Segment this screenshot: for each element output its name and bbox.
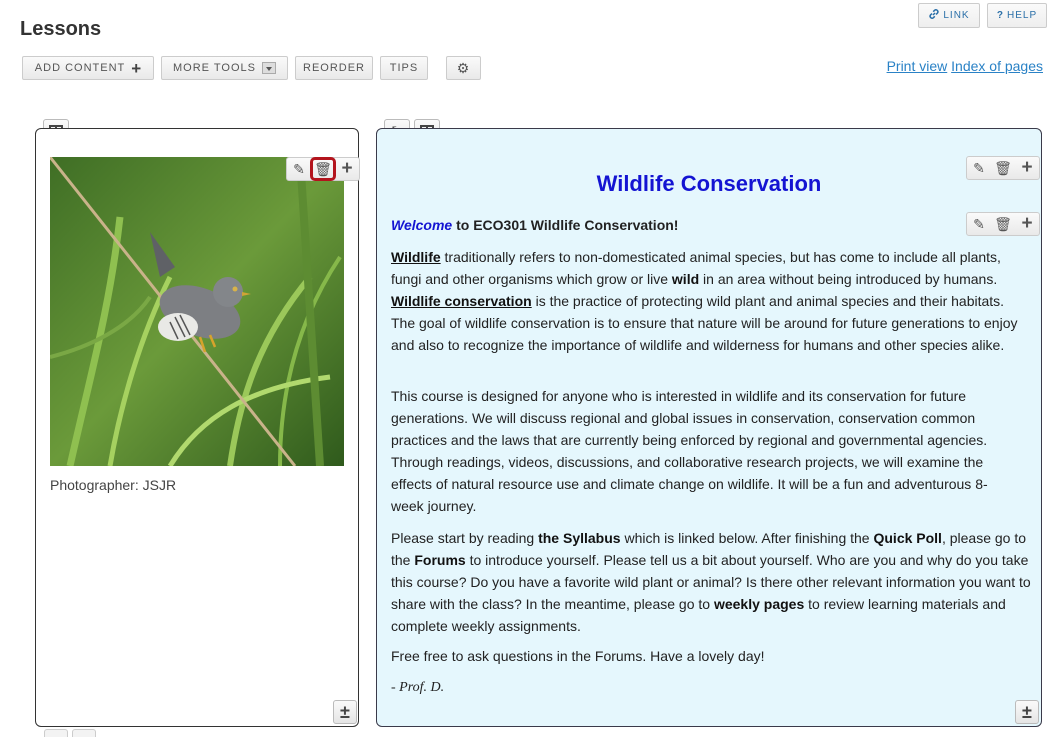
caret-down-icon (261, 62, 276, 74)
p3-bold-quick-poll: Quick Poll (873, 530, 942, 546)
page-title: Lessons (20, 18, 102, 40)
term-wildlife[interactable]: Wildlife (391, 249, 441, 265)
tips-label: TIPS (389, 62, 419, 74)
print-view-link[interactable]: Print view (887, 58, 948, 74)
help-button-label: HELP (1006, 10, 1038, 21)
question-icon: ? (996, 10, 1004, 21)
welcome-line: Welcome to ECO301 Wildlife Conservation! (391, 214, 678, 236)
plus-icon[interactable]: + (1015, 213, 1039, 235)
add-content-label: ADD CONTENT (34, 62, 126, 74)
paragraph-wildlife: Wildlife traditionally refers to non-dom… (391, 246, 1027, 356)
p3-text-1: Please start by reading (391, 530, 539, 546)
p3-bold-forums: Forums (414, 552, 466, 568)
welcome-rest: to ECO301 Wildlife Conservation! (452, 217, 679, 233)
tips-button[interactable]: TIPS (380, 56, 428, 80)
bird-photo (50, 157, 344, 466)
index-of-pages-link[interactable]: Index of pages (951, 58, 1043, 74)
p3-bold-weekly-pages: weekly pages (713, 596, 805, 612)
image-edit-toolbar: ✎ 🗑 + (286, 157, 360, 181)
add-item-button-left[interactable]: ± (333, 700, 357, 724)
bottom-tab-2[interactable] (72, 729, 96, 737)
p1-text-2: in an area without being introduced by h… (699, 271, 998, 287)
more-tools-button[interactable]: MORE TOOLS (161, 56, 288, 80)
gear-icon: ⚙ (456, 59, 471, 76)
image-caption: Photographer: JSJR (50, 477, 177, 493)
left-column: ✎ 🗑 + Photographer: JSJR ± (35, 128, 360, 727)
help-button[interactable]: ? HELP (987, 3, 1047, 28)
bottom-column-tabs (44, 729, 96, 737)
pencil-icon[interactable]: ✎ (967, 213, 991, 235)
add-below-icon: ± (1022, 701, 1032, 722)
plus-icon[interactable]: + (335, 158, 359, 180)
add-item-button-right[interactable]: ± (1015, 700, 1039, 724)
p1-bold-wild: wild (671, 271, 700, 287)
trash-icon[interactable]: 🗑 (310, 157, 336, 181)
right-column: ✎ 🗑 + ✎ 🗑 + Wildlife Conservation Welcom… (376, 128, 1042, 727)
add-content-button[interactable]: ADD CONTENT + (22, 56, 154, 80)
term-wildlife-conservation[interactable]: Wildlife conservation (391, 293, 532, 309)
signature: - Prof. D. (391, 680, 445, 695)
trash-icon[interactable]: 🗑 (991, 213, 1015, 235)
link-button[interactable]: LINK (918, 3, 980, 28)
welcome-emphasis: Welcome (391, 217, 453, 233)
text-edit-toolbar: ✎ 🗑 + (966, 212, 1040, 236)
plus-icon: + (131, 58, 142, 78)
paragraph-course: This course is designed for anyone who i… (391, 388, 988, 514)
lesson-heading: Wildlife Conservation (596, 171, 822, 196)
link-icon (928, 8, 940, 23)
add-below-icon: ± (340, 701, 350, 722)
bottom-tab-1[interactable] (44, 729, 68, 737)
top-links: Print view Index of pages (887, 58, 1043, 74)
paragraph-closing: Free free to ask questions in the Forums… (391, 648, 765, 664)
paragraph-instructions: Please start by reading the Syllabus whi… (391, 527, 1031, 637)
settings-button[interactable]: ⚙ (446, 56, 481, 80)
p3-text-2: which is linked below. After finishing t… (620, 530, 874, 546)
reorder-button[interactable]: REORDER (295, 56, 373, 80)
reorder-label: REORDER (303, 62, 366, 74)
link-button-label: LINK (943, 10, 970, 21)
p3-bold-syllabus: the Syllabus (538, 530, 621, 546)
more-tools-label: MORE TOOLS (173, 62, 256, 74)
pencil-icon[interactable]: ✎ (287, 158, 311, 180)
